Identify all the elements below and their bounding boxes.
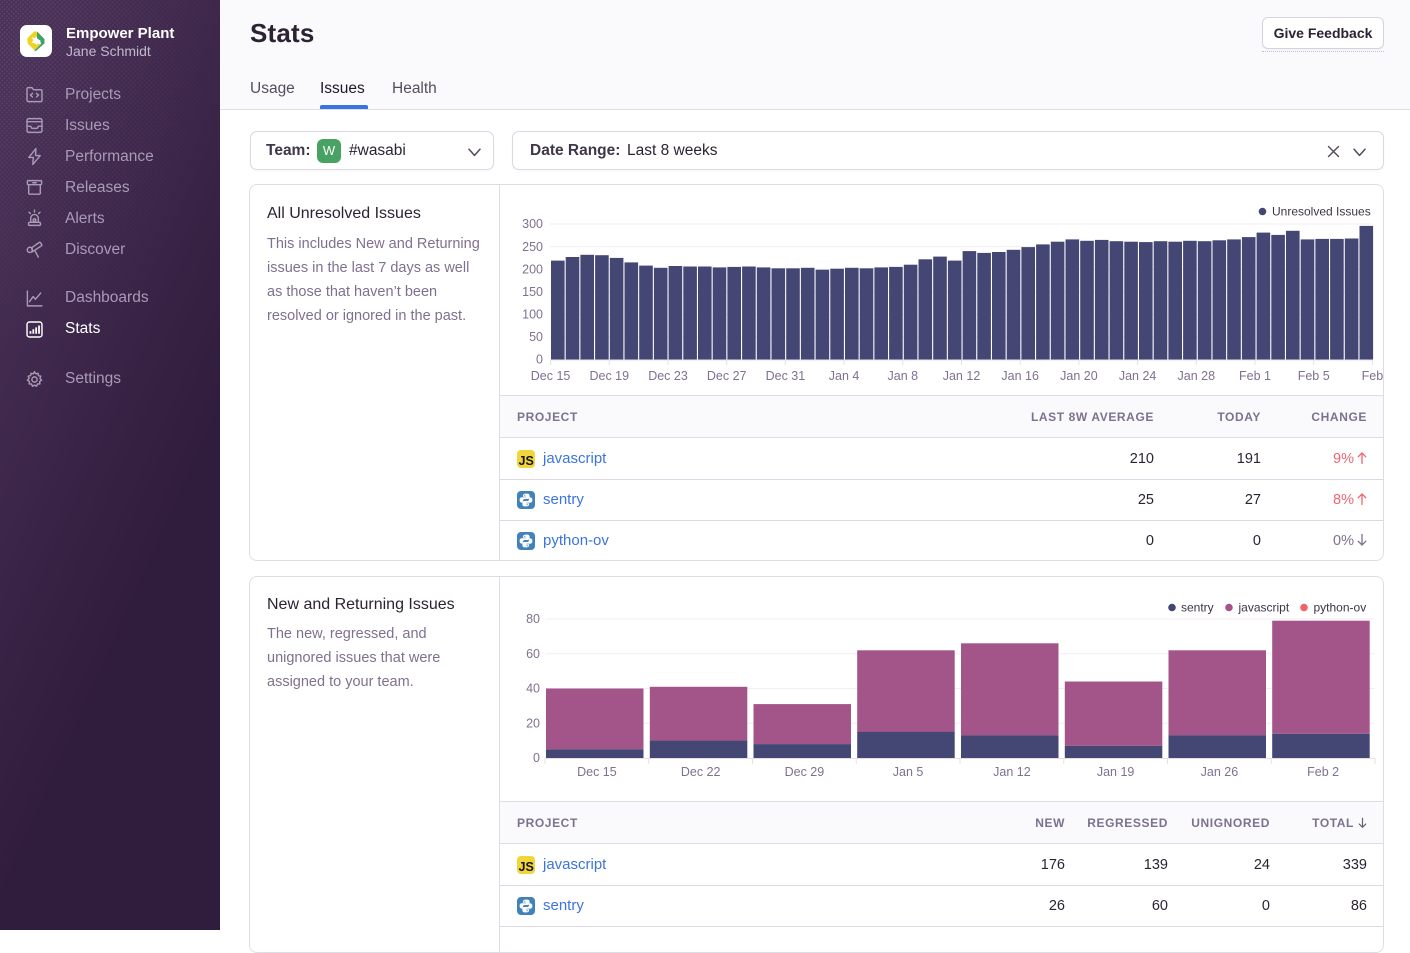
- svg-text:Jan 19: Jan 19: [1097, 765, 1135, 779]
- svg-text:0: 0: [536, 353, 543, 367]
- svg-text:Feb 2: Feb 2: [1307, 765, 1339, 779]
- svg-text:Dec 23: Dec 23: [648, 369, 688, 383]
- svg-text:Jan 16: Jan 16: [1001, 369, 1039, 383]
- svg-text:Jan 12: Jan 12: [943, 369, 981, 383]
- svg-text:20: 20: [526, 716, 540, 730]
- svg-text:200: 200: [522, 262, 543, 276]
- svg-text:50: 50: [529, 330, 543, 344]
- svg-text:Dec 15: Dec 15: [531, 369, 571, 383]
- svg-text:Feb 5: Feb 5: [1298, 369, 1330, 383]
- svg-text:300: 300: [522, 217, 543, 231]
- svg-text:0: 0: [533, 751, 540, 765]
- svg-text:Jan 28: Jan 28: [1178, 369, 1216, 383]
- svg-text:Jan 4: Jan 4: [829, 369, 860, 383]
- svg-text:Jan 5: Jan 5: [893, 765, 924, 779]
- svg-text:Jan 24: Jan 24: [1119, 369, 1157, 383]
- svg-text:Dec 19: Dec 19: [589, 369, 629, 383]
- svg-text:Jan 26: Jan 26: [1201, 765, 1239, 779]
- svg-text:JS: JS: [519, 454, 534, 468]
- svg-text:Feb 1: Feb 1: [1239, 369, 1271, 383]
- svg-text:Dec 29: Dec 29: [785, 765, 825, 779]
- svg-text:Feb: Feb: [1362, 369, 1384, 383]
- svg-text:250: 250: [522, 240, 543, 254]
- svg-text:Dec 27: Dec 27: [707, 369, 747, 383]
- svg-text:JS: JS: [519, 860, 534, 874]
- svg-text:150: 150: [522, 285, 543, 299]
- svg-text:Jan 20: Jan 20: [1060, 369, 1098, 383]
- svg-text:javascript: javascript: [1238, 601, 1290, 615]
- svg-text:python-ov: python-ov: [1314, 601, 1367, 615]
- svg-text:Unresolved Issues: Unresolved Issues: [1272, 205, 1371, 219]
- svg-text:80: 80: [526, 612, 540, 626]
- svg-text:100: 100: [522, 308, 543, 322]
- svg-text:Dec 22: Dec 22: [681, 765, 721, 779]
- svg-text:Dec 31: Dec 31: [766, 369, 806, 383]
- svg-text:Jan 12: Jan 12: [993, 765, 1031, 779]
- svg-text:sentry: sentry: [1181, 601, 1214, 615]
- svg-text:Jan 8: Jan 8: [888, 369, 919, 383]
- svg-text:Dec 15: Dec 15: [577, 765, 617, 779]
- svg-text:60: 60: [526, 647, 540, 661]
- svg-text:40: 40: [526, 682, 540, 696]
